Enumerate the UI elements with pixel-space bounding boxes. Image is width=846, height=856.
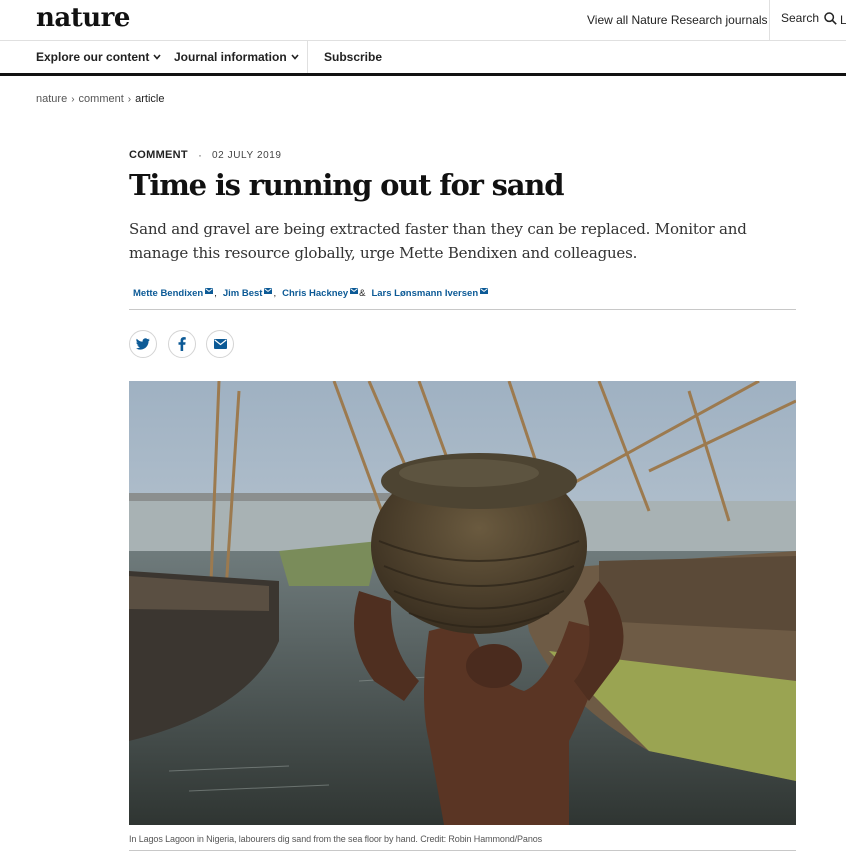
article-meta: COMMENT · 02 JULY 2019	[129, 148, 282, 162]
author-link[interactable]: Jim Best	[223, 288, 263, 299]
author-item: Chris Hackney &	[282, 287, 371, 299]
meta-separator-dot: ·	[197, 148, 202, 162]
main-nav: Explore our content Journal information …	[0, 40, 846, 76]
nature-logo[interactable]: nature	[36, 3, 130, 33]
author-divider	[129, 309, 796, 310]
email-icon	[213, 339, 227, 349]
login-link[interactable]: L	[840, 13, 846, 27]
facebook-icon	[178, 337, 186, 351]
breadcrumb-comment[interactable]: comment	[79, 93, 124, 105]
author-separator: ,	[273, 288, 277, 299]
share-email-button[interactable]	[206, 330, 234, 358]
share-twitter-button[interactable]	[129, 330, 157, 358]
lagos-lagoon-photo	[129, 381, 796, 825]
share-facebook-button[interactable]	[168, 330, 196, 358]
chevron-down-icon	[291, 54, 299, 60]
search-label: Search	[781, 11, 820, 25]
author-link[interactable]: Chris Hackney	[282, 288, 348, 299]
publish-date: 02 JULY 2019	[211, 149, 282, 161]
author-item: Lars Lønsmann Iversen	[371, 287, 489, 299]
mail-icon[interactable]	[350, 287, 359, 294]
author-item: Jim Best ,	[223, 287, 282, 299]
chevron-right-icon: ›	[71, 93, 75, 105]
nav-journal-information[interactable]: Journal information	[174, 50, 299, 64]
author-link[interactable]: Lars Lønsmann Iversen	[371, 288, 478, 299]
breadcrumb-current: article	[135, 93, 165, 105]
article-title: Time is running out for sand	[129, 168, 564, 202]
author-item: Mette Bendixen ,	[133, 287, 223, 299]
article-type: COMMENT	[129, 149, 188, 161]
chevron-right-icon: ›	[127, 93, 132, 105]
header-divider	[769, 0, 770, 40]
top-header: nature View all Nature Research journals…	[0, 0, 846, 41]
mail-icon[interactable]	[205, 287, 214, 294]
chevron-down-icon	[153, 54, 161, 60]
breadcrumb: nature › comment › article	[36, 93, 164, 105]
view-all-journals-link[interactable]: View all Nature Research journals	[587, 13, 768, 27]
breadcrumb-home[interactable]: nature	[36, 93, 67, 105]
author-link[interactable]: Mette Bendixen	[133, 288, 203, 299]
nav-journal-label: Journal information	[174, 50, 287, 64]
nav-subscribe[interactable]: Subscribe	[324, 50, 382, 64]
twitter-icon	[136, 338, 150, 350]
author-list: Mette Bendixen , Jim Best , Chris Hackne…	[133, 287, 489, 299]
nav-explore-content[interactable]: Explore our content	[36, 50, 161, 64]
search-icon	[824, 11, 837, 25]
author-separator: ,	[214, 288, 217, 299]
photo-caption: In Lagos Lagoon in Nigeria, labourers di…	[129, 834, 543, 844]
caption-divider	[129, 850, 796, 851]
nav-explore-label: Explore our content	[36, 50, 150, 64]
search-button[interactable]: Search	[781, 11, 837, 25]
author-separator: &	[359, 288, 366, 299]
article-photo	[129, 381, 796, 825]
nav-divider	[307, 40, 308, 73]
mail-icon[interactable]	[480, 287, 489, 294]
article-standfirst: Sand and gravel are being extracted fast…	[129, 220, 747, 262]
mail-icon[interactable]	[264, 287, 273, 294]
